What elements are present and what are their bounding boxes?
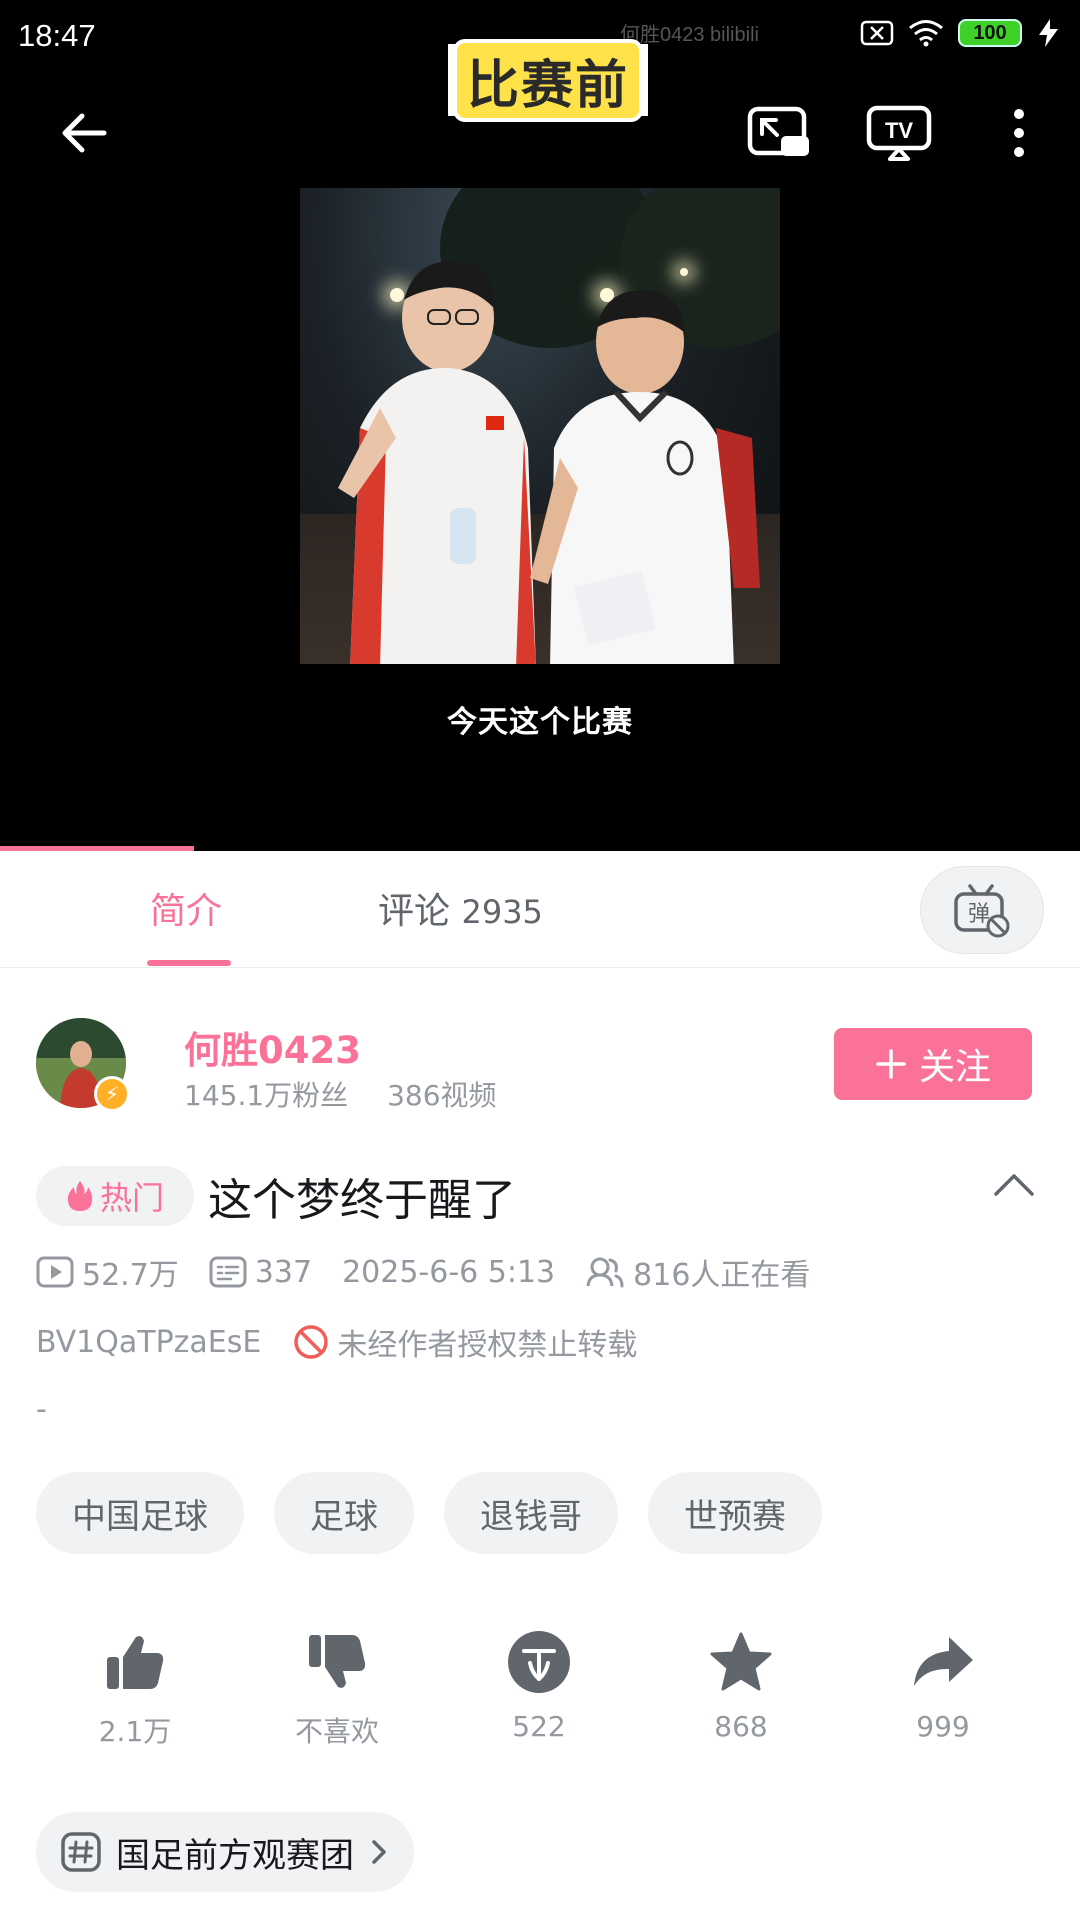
flame-icon (67, 1181, 93, 1211)
coin-button[interactable]: 522 (438, 1628, 640, 1750)
tv-cast-icon: TV (866, 105, 932, 161)
share-count: 999 (916, 1710, 970, 1743)
tab-comments-count: 2935 (461, 893, 543, 931)
uploader-name[interactable]: 何胜0423 (184, 1020, 361, 1074)
video-subtitle: 今天这个比赛 (447, 705, 633, 740)
hot-badge[interactable]: 热门 (36, 1166, 194, 1226)
video-title: 这个梦终于醒了 (208, 1175, 516, 1226)
danmaku-count-icon (209, 1256, 247, 1288)
video-progress-bar[interactable] (0, 846, 1080, 851)
view-count: 52.7万 (36, 1250, 179, 1294)
sim-off-icon (860, 20, 894, 46)
dislike-label: 不喜欢 (294, 1715, 379, 1748)
favorite-button[interactable]: 868 (640, 1628, 842, 1750)
hashtag-icon (61, 1832, 101, 1872)
tag-item[interactable]: 世预赛 (648, 1472, 822, 1554)
like-count: 2.1万 (98, 1715, 172, 1748)
back-button[interactable] (48, 98, 118, 168)
danmaku-count: 337 (209, 1255, 312, 1290)
topic-label: 国足前方观赛团 (116, 1835, 354, 1876)
plus-icon (876, 1049, 906, 1079)
status-time: 18:47 (18, 18, 96, 53)
video-player[interactable]: 18:47 100 何胜0423 bilibili 比赛前 TV 今天这个比赛 (0, 0, 1080, 851)
video-meta-row: 52.7万 337 2025-6-6 5:13 816人正在看 (36, 1250, 840, 1294)
bvid-row: BV1QaTPzaEsE 未经作者授权禁止转载 (36, 1320, 637, 1364)
tag-list: 中国足球 足球 退钱哥 世预赛 (36, 1472, 822, 1554)
mini-window-button[interactable] (744, 98, 814, 168)
watching-count-value: 816人正在看 (633, 1258, 811, 1293)
share-icon (914, 1637, 973, 1686)
action-bar: 2.1万 不喜欢 522 868 999 (0, 1628, 1080, 1750)
verified-lightning-icon: ⚡ (94, 1076, 130, 1112)
chevron-right-icon (372, 1840, 386, 1864)
share-button[interactable]: 999 (842, 1628, 1044, 1750)
publish-date: 2025-6-6 5:13 (342, 1254, 556, 1290)
bvid[interactable]: BV1QaTPzaEsE (36, 1325, 261, 1360)
dislike-button[interactable]: 不喜欢 (236, 1628, 438, 1750)
more-options-button[interactable] (984, 98, 1054, 168)
repost-notice: 未经作者授权禁止转载 (293, 1320, 637, 1364)
uploader-videos: 386视频 (387, 1079, 497, 1112)
like-icon (107, 1636, 164, 1689)
tag-item[interactable]: 退钱哥 (444, 1472, 618, 1554)
cast-tv-button[interactable]: TV (864, 98, 934, 168)
more-vertical-icon (1014, 109, 1024, 157)
uploader-stats: 145.1万粉丝 386视频 (184, 1074, 497, 1114)
video-top-caption: 比赛前 (448, 42, 648, 118)
wifi-icon (909, 20, 943, 47)
tag-item[interactable]: 中国足球 (36, 1472, 244, 1554)
video-description: - (36, 1392, 47, 1427)
battery-icon: 100 (958, 19, 1022, 47)
video-watermark: 何胜0423 bilibili (620, 24, 759, 46)
like-button[interactable]: 2.1万 (34, 1628, 236, 1750)
dislike-icon (309, 1635, 366, 1688)
view-count-value: 52.7万 (82, 1258, 179, 1293)
repost-notice-text: 未经作者授权禁止转载 (337, 1328, 638, 1363)
viewers-icon (586, 1257, 624, 1288)
danmaku-toggle-button[interactable]: 弹 (920, 866, 1044, 954)
collapse-chevron-up-icon[interactable] (990, 1166, 1038, 1202)
favorite-icon (710, 1632, 772, 1691)
danmaku-off-icon: 弹 (954, 884, 1010, 938)
play-count-icon (36, 1256, 74, 1288)
status-icons: 100 (860, 18, 1062, 48)
hot-badge-label: 热门 (99, 1179, 164, 1217)
favorite-count: 868 (714, 1710, 768, 1743)
watching-count: 816人正在看 (585, 1250, 810, 1294)
follow-label: 关注 (918, 1047, 991, 1088)
tag-item[interactable]: 足球 (274, 1472, 414, 1554)
charging-icon (1039, 19, 1058, 47)
video-frame (300, 188, 780, 664)
tab-intro[interactable]: 简介 (150, 882, 222, 934)
topic-link[interactable]: 国足前方观赛团 (36, 1812, 414, 1892)
tab-comments-label: 评论 (378, 891, 451, 932)
detail-tabs: 简介 评论 2935 弹 (0, 852, 1080, 968)
video-progress-fill (0, 846, 195, 851)
video-top-caption-text: 比赛前 (456, 42, 639, 118)
picture-in-picture-icon (747, 106, 809, 156)
person-right-image (530, 289, 760, 664)
svg-text:弹: 弹 (968, 902, 990, 927)
danmaku-count-value: 337 (254, 1254, 313, 1290)
coin-icon (508, 1631, 570, 1693)
back-arrow-icon (62, 113, 107, 153)
tab-comments[interactable]: 评论 2935 (378, 882, 543, 934)
uploader-fans: 145.1万粉丝 (184, 1079, 349, 1112)
follow-button[interactable]: 关注 (834, 1028, 1032, 1100)
forbidden-icon (294, 1325, 329, 1359)
svg-text:TV: TV (885, 118, 913, 143)
coin-count: 522 (512, 1710, 566, 1743)
tab-active-indicator (147, 960, 231, 966)
